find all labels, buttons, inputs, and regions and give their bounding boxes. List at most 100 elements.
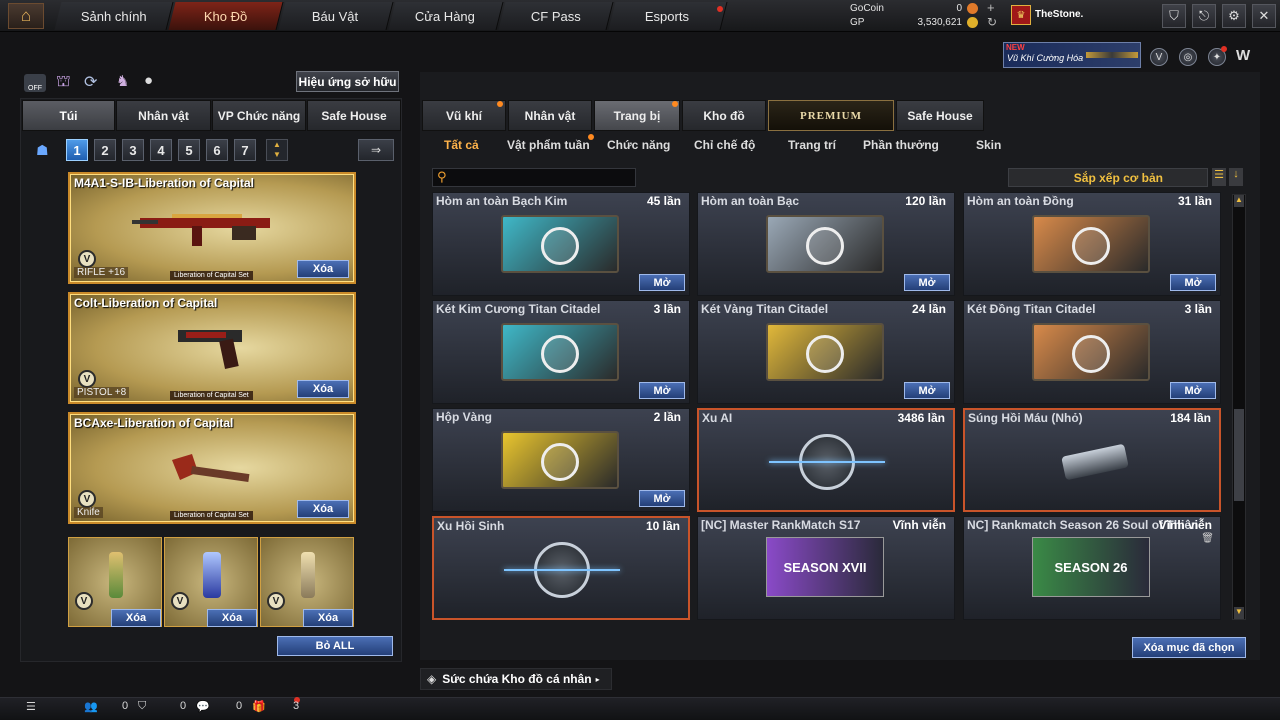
- add-icon[interactable]: +: [987, 0, 995, 15]
- v-emblem-icon[interactable]: V: [1150, 48, 1168, 66]
- chat-icon[interactable]: 💬: [196, 700, 210, 713]
- shield-icon[interactable]: ⛉: [1162, 4, 1186, 28]
- delete-button[interactable]: Xóa: [297, 260, 349, 278]
- inventory-item[interactable]: Xu Hồi Sinh 10 lần: [432, 516, 690, 620]
- open-button[interactable]: Mở: [1170, 382, 1216, 399]
- menu-icon[interactable]: ☰: [26, 700, 36, 713]
- storage-capacity[interactable]: ◈ Sức chứa Kho đồ cá nhân ▸: [420, 668, 612, 690]
- delete-button[interactable]: Xóa: [207, 609, 257, 627]
- gift-icon[interactable]: 🎁: [252, 700, 266, 713]
- remove-all-button[interactable]: Bỏ ALL: [277, 636, 393, 656]
- grenade-card[interactable]: V Xóa: [68, 537, 162, 627]
- nav-tab-cfpass[interactable]: CF Pass: [498, 2, 614, 30]
- page-6[interactable]: 6: [206, 139, 228, 161]
- tab-premium[interactable]: PREMIUM: [768, 100, 894, 131]
- bag-icon[interactable]: ☗: [36, 142, 49, 159]
- cycle-icon[interactable]: ⟳: [84, 72, 97, 92]
- tab-character[interactable]: Nhân vật: [116, 100, 211, 131]
- sort-select[interactable]: Sắp xếp cơ bản: [1008, 168, 1208, 187]
- scroll-thumb[interactable]: [1234, 409, 1244, 501]
- tab-functional[interactable]: VP Chức năng: [212, 100, 306, 131]
- home-button[interactable]: ⌂: [8, 3, 44, 29]
- inventory-item[interactable]: NC] Rankmatch Season 26 Soul of Thiên Vĩn…: [963, 516, 1221, 620]
- tab-characters[interactable]: Nhân vật: [508, 100, 592, 131]
- inventory-item[interactable]: Két Vàng Titan Citadel 24 lần Mở: [697, 300, 955, 404]
- grenade-icon[interactable]: ●: [144, 72, 153, 89]
- page-1[interactable]: 1: [66, 139, 88, 161]
- nav-tab-treasure[interactable]: Báu Vật: [278, 2, 394, 30]
- ownership-effect-button[interactable]: Hiệu ứng sở hữu: [296, 71, 399, 92]
- inventory-item[interactable]: Hộp Vàng 2 lần Mở: [432, 408, 690, 512]
- page-2[interactable]: 2: [94, 139, 116, 161]
- tab-bag[interactable]: Túi: [22, 100, 115, 131]
- nav-tab-inventory[interactable]: Kho Đồ: [168, 2, 284, 30]
- open-button[interactable]: Mở: [1170, 274, 1216, 291]
- inventory-item[interactable]: Két Kim Cương Titan Citadel 3 lần Mở: [432, 300, 690, 404]
- rifle-icon: [132, 214, 270, 246]
- weapon-card[interactable]: M4A1-S-IB-Liberation of Capital V RIFLE …: [68, 172, 356, 284]
- scroll-up-icon[interactable]: ▲: [1234, 195, 1244, 207]
- nav-tab-lobby[interactable]: Sảnh chính: [54, 2, 174, 30]
- tab-equipment[interactable]: Trang bị: [594, 100, 680, 131]
- transfer-button[interactable]: ⇒: [358, 139, 394, 161]
- grenade-card[interactable]: V Xóa: [260, 537, 354, 627]
- tab-safe-house[interactable]: Safe House: [307, 100, 401, 131]
- close-icon[interactable]: ✕: [1252, 4, 1276, 28]
- scrollbar[interactable]: ▲ ▼: [1232, 194, 1246, 620]
- nav-tab-shop[interactable]: Cửa Hàng: [388, 2, 504, 30]
- tab-weapons[interactable]: Vũ khí: [422, 100, 506, 131]
- open-button[interactable]: Mở: [639, 490, 685, 507]
- delete-button[interactable]: Xóa: [303, 609, 353, 627]
- filter-mode[interactable]: Chỉ chế độ: [694, 138, 755, 152]
- page-7[interactable]: 7: [234, 139, 256, 161]
- list-view-icon[interactable]: ☰: [1212, 168, 1226, 186]
- tab-safe-house-right[interactable]: Safe House: [896, 100, 984, 131]
- filter-decoration[interactable]: Trang trí: [788, 138, 836, 152]
- tab-storage[interactable]: Kho đồ: [682, 100, 766, 131]
- filter-all[interactable]: Tất cả: [444, 138, 479, 152]
- w-logo-icon[interactable]: W: [1236, 47, 1250, 64]
- gift-icon[interactable]: ⛫: [56, 72, 71, 92]
- weapon-card[interactable]: Colt-Liberation of Capital V PISTOL +8 L…: [68, 292, 356, 404]
- character-icon[interactable]: ♞: [116, 72, 129, 90]
- open-button[interactable]: Mở: [639, 274, 685, 291]
- gear-icon[interactable]: ⚙: [1222, 4, 1246, 28]
- search-input[interactable]: ⚲: [432, 168, 636, 187]
- scroll-down-icon[interactable]: ▼: [1234, 607, 1244, 619]
- inventory-item[interactable]: Hòm an toàn Bạc 120 lần Mở: [697, 192, 955, 296]
- inventory-item[interactable]: Xu AI 3486 lần: [697, 408, 955, 512]
- inventory-item[interactable]: Hòm an toàn Bạch Kim 45 lần Mở: [432, 192, 690, 296]
- delete-button[interactable]: Xóa: [297, 500, 349, 518]
- delete-button[interactable]: Xóa: [111, 609, 161, 627]
- page-3[interactable]: 3: [122, 139, 144, 161]
- filter-reward[interactable]: Phần thưởng: [863, 138, 939, 152]
- sort-order-icon[interactable]: ↓: [1229, 168, 1243, 186]
- filter-skin[interactable]: Skin: [976, 138, 1001, 152]
- weapon-upgrade-banner[interactable]: NEW Vũ Khí Cường Hóa: [1003, 42, 1141, 68]
- exit-icon[interactable]: ⎋: [1192, 4, 1216, 28]
- open-button[interactable]: Mở: [904, 274, 950, 291]
- trash-icon[interactable]: 🗑: [1201, 533, 1214, 544]
- item-name: Hòm an toàn Bạch Kim: [436, 194, 568, 208]
- globe-icon[interactable]: ◎: [1179, 48, 1197, 66]
- delete-button[interactable]: Xóa: [297, 380, 349, 398]
- filter-function[interactable]: Chức năng: [607, 138, 670, 152]
- open-button[interactable]: Mở: [904, 382, 950, 399]
- refresh-icon[interactable]: ↻: [987, 15, 997, 29]
- inventory-item[interactable]: Súng Hồi Máu (Nhỏ) 184 lần: [963, 408, 1221, 512]
- open-button[interactable]: Mở: [639, 382, 685, 399]
- nav-tab-esports[interactable]: Esports: [608, 2, 728, 30]
- effect-toggle[interactable]: OFF: [24, 74, 46, 92]
- page-4[interactable]: 4: [150, 139, 172, 161]
- inventory-item[interactable]: Két Đồng Titan Citadel 3 lần Mở: [963, 300, 1221, 404]
- delete-selected-button[interactable]: Xóa mục đã chọn: [1132, 637, 1246, 658]
- page-stepper[interactable]: ▲ ▼: [266, 139, 288, 161]
- grenade-card[interactable]: V Xóa: [164, 537, 258, 627]
- clan-icon[interactable]: ⛉: [138, 700, 146, 713]
- friends-icon[interactable]: 👥: [84, 700, 98, 713]
- inventory-item[interactable]: Hòm an toàn Đồng 31 lần Mở: [963, 192, 1221, 296]
- weapon-card[interactable]: BCAxe-Liberation of Capital V Knife Libe…: [68, 412, 356, 524]
- inventory-item[interactable]: [NC] Master RankMatch S17 Vĩnh viễn SEASON…: [697, 516, 955, 620]
- page-5[interactable]: 5: [178, 139, 200, 161]
- filter-weekly[interactable]: Vật phẩm tuần: [507, 138, 590, 152]
